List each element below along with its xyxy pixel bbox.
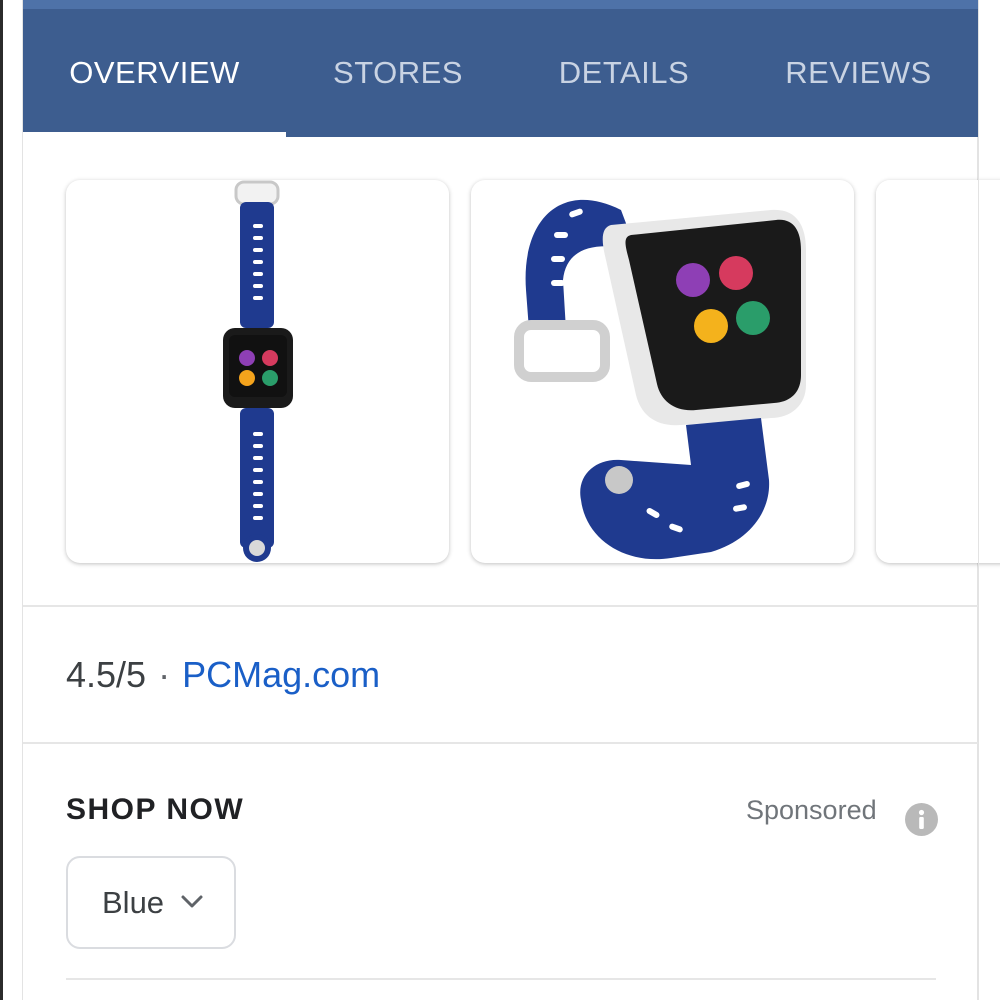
product-panel: OVERVIEW STORES DETAILS REVIEWS 4.5/5 · …: [22, 0, 1000, 1000]
rating-row: 4.5/5 · PCMag.com: [66, 650, 380, 700]
product-image-3[interactable]: [876, 180, 1000, 563]
product-image-2[interactable]: [471, 180, 854, 563]
rating-separator: ·: [158, 654, 171, 695]
tab-overview[interactable]: OVERVIEW: [23, 9, 286, 137]
sponsored-label: Sponsored: [746, 795, 877, 825]
window-edge: [0, 0, 3, 1000]
shop-now-title: SHOP NOW: [66, 793, 245, 826]
product-image-1[interactable]: [66, 180, 449, 563]
color-variant-dropdown[interactable]: Blue: [66, 856, 236, 949]
watch-front-image: [223, 180, 293, 562]
rating-source-link[interactable]: PCMag.com: [182, 654, 380, 696]
info-icon[interactable]: [905, 803, 938, 836]
image-carousel[interactable]: [23, 137, 1000, 607]
variant-value: Blue: [102, 884, 165, 920]
watch-partial-image: [876, 180, 1000, 563]
rating-score: 4.5/5: [66, 654, 147, 695]
section-divider: [23, 742, 979, 744]
section-divider: [66, 978, 936, 980]
chevron-down-icon: [181, 895, 203, 908]
tab-bar: OVERVIEW STORES DETAILS REVIEWS: [23, 9, 979, 137]
header-strip: [23, 0, 979, 9]
watch-angled-image: [514, 199, 806, 560]
panel-edge: [978, 0, 979, 1000]
tab-reviews[interactable]: REVIEWS: [738, 9, 979, 137]
tab-details[interactable]: DETAILS: [510, 9, 738, 137]
tab-stores[interactable]: STORES: [286, 9, 510, 137]
section-divider: [23, 605, 979, 607]
